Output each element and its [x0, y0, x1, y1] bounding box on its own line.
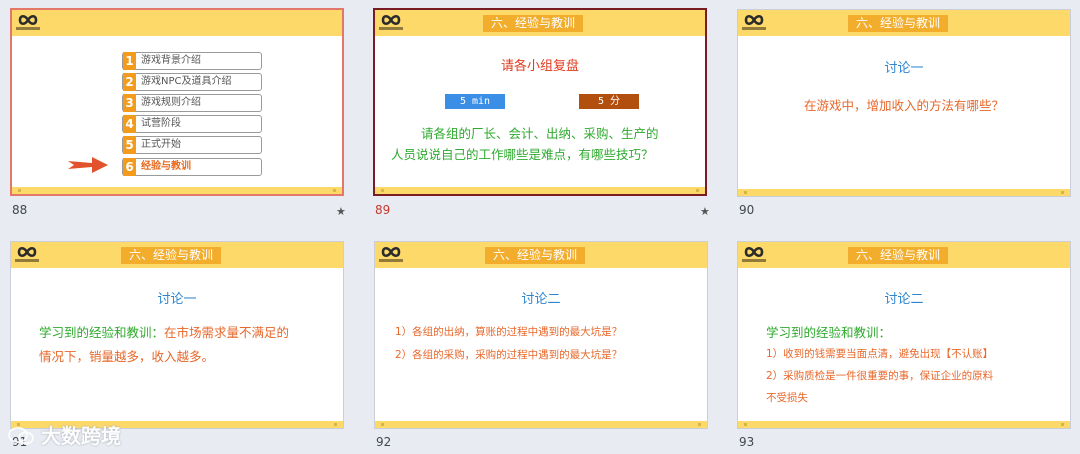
slide-body-line-2: 2）各组的采购，采购的过程中遇到的最大坑是？ — [395, 349, 623, 361]
agenda-item-1: 1 游戏背景介绍 — [122, 52, 262, 70]
slide-thumbnail-90[interactable]: 六、经验与教训 讨论一 在游戏中，增加收入的方法有哪些？ — [737, 9, 1071, 197]
slide-header-title: 六、经验与教训 — [485, 247, 586, 264]
agenda-label: 正式开始 — [141, 139, 181, 150]
slide-thumbnail-89[interactable]: 六、经验与教训 请各小组复盘 5 min 5 分 请各组的厂长、会计、出纳、采购… — [373, 8, 707, 196]
slide-body: 在游戏中，增加收入的方法有哪些？ — [803, 98, 1004, 113]
wechat-logo-icon — [8, 427, 34, 445]
slide-thumbnail-93[interactable]: 六、经验与教训 讨论二 学习到的经验和教训： 1）收到的钱需要当面点清，避免出现… — [737, 241, 1071, 429]
agenda-label: 游戏规则介绍 — [141, 97, 201, 108]
slide-body-line-2: 情况下，销量越多，收入越多。 — [39, 349, 215, 364]
slide-heading: 讨论一 — [884, 61, 924, 76]
agenda-number: 1 — [123, 52, 136, 70]
slide-header-bar: 六、经验与教训 — [738, 242, 1070, 268]
slide-header-bar: 六、经验与教训 — [738, 10, 1070, 36]
agenda-item-2: 2 游戏NPC及道具介绍 — [122, 73, 262, 91]
agenda-number: 2 — [123, 73, 136, 91]
slide-footer-bar — [12, 187, 342, 194]
slide-number: 88 — [12, 203, 28, 217]
slide-header-bar: 六、经验与教训 — [375, 10, 705, 36]
agenda-number: 3 — [123, 94, 136, 112]
watermark: 大数跨境 — [8, 420, 121, 449]
infinity-logo-icon — [16, 12, 40, 33]
infinity-logo-icon — [742, 244, 766, 265]
slide-body-orange: 在市场需求量不满足的 — [164, 325, 290, 340]
timer-label-fen: 5 分 — [579, 94, 639, 109]
slide-body-line-1: 1）收到的钱需要当面点清，避免出现【不认账】 — [766, 348, 994, 360]
slide-footer-bar — [375, 421, 707, 428]
slide-body-line-3: 不受损失 — [766, 392, 808, 404]
agenda-number: 6 — [123, 158, 136, 176]
agenda-item-6: 6 经验与教训 — [122, 158, 262, 176]
slide-footer-bar — [375, 187, 705, 194]
slide-heading: 讨论一 — [157, 292, 197, 307]
animation-star-icon: ★ — [336, 205, 346, 218]
slide-header-title: 六、经验与教训 — [121, 247, 222, 264]
animation-star-icon: ★ — [700, 205, 710, 218]
watermark-text: 大数跨境 — [40, 424, 121, 448]
slide-body-line-2: 人员说说自己的工作哪些是难点，有哪些技巧？ — [391, 147, 654, 162]
slide-header-title: 六、经验与教训 — [848, 247, 949, 264]
slide-body-green: 学习到的经验和教训： — [39, 325, 165, 340]
slide-body-line-2: 2）采购质检是一件很重要的事，保证企业的原料 — [766, 370, 994, 382]
slide-footer-bar — [738, 421, 1070, 428]
slide-heading: 请各小组复盘 — [500, 59, 579, 74]
slide-thumbnail-88[interactable]: 1 游戏背景介绍 2 游戏NPC及道具介绍 3 游戏规则介绍 4 试营阶段 5 … — [10, 8, 344, 196]
right-arrow-icon — [68, 156, 108, 178]
slide-header-title: 六、经验与教训 — [483, 15, 584, 32]
slide-heading: 讨论二 — [884, 292, 924, 307]
slide-body-line-1: 1）各组的出纳，算账的过程中遇到的最大坑是？ — [395, 326, 623, 338]
slide-header-bar: 六、经验与教训 — [11, 242, 343, 268]
infinity-logo-icon — [742, 12, 766, 33]
slide-footer-bar — [738, 189, 1070, 196]
slide-body-green: 学习到的经验和教训： — [766, 325, 892, 340]
agenda-label: 游戏背景介绍 — [141, 55, 201, 66]
agenda-label: 经验与教训 — [141, 161, 191, 172]
slide-header-title: 六、经验与教训 — [848, 15, 949, 32]
slide-thumbnail-92[interactable]: 六、经验与教训 讨论二 1）各组的出纳，算账的过程中遇到的最大坑是？ 2）各组的… — [374, 241, 708, 429]
slide-heading: 讨论二 — [521, 292, 561, 307]
slide-header-bar: 六、经验与教训 — [375, 242, 707, 268]
timer-label-min: 5 min — [445, 94, 505, 109]
agenda-label: 游戏NPC及道具介绍 — [141, 76, 232, 87]
infinity-logo-icon — [379, 12, 403, 33]
agenda-number: 4 — [123, 115, 136, 133]
agenda-item-5: 5 正式开始 — [122, 136, 262, 154]
slide-number: 92 — [376, 435, 392, 449]
infinity-logo-icon — [379, 244, 403, 265]
slide-body-line-1: 学习到的经验和教训：在市场需求量不满足的 — [39, 322, 289, 341]
agenda-number: 5 — [123, 136, 136, 154]
agenda-item-3: 3 游戏规则介绍 — [122, 94, 262, 112]
agenda-item-4: 4 试营阶段 — [122, 115, 262, 133]
slide-thumbnail-91[interactable]: 六、经验与教训 讨论一 学习到的经验和教训：在市场需求量不满足的 情况下，销量越… — [10, 241, 344, 429]
slide-number: 93 — [739, 435, 755, 449]
slide-body-line-1: 请各组的厂长、会计、出纳、采购、生产的 — [421, 126, 659, 141]
slide-number: 90 — [739, 203, 755, 217]
infinity-logo-icon — [15, 244, 39, 265]
slide-header-bar — [12, 10, 342, 36]
slide-number: 89 — [375, 203, 391, 217]
agenda-label: 试营阶段 — [141, 118, 181, 129]
